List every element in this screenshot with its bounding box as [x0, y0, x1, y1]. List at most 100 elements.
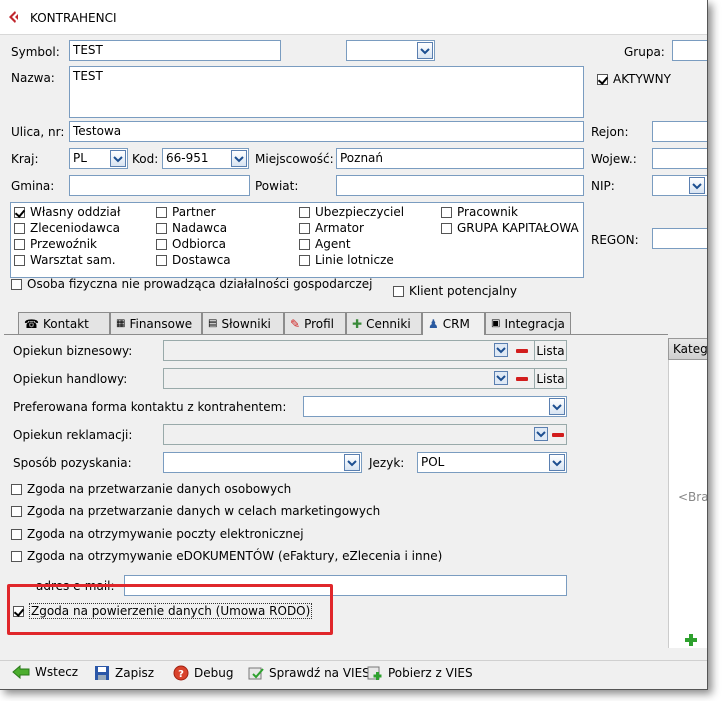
type-checkbox[interactable]: Ubezpieczyciel [299, 205, 404, 219]
clear-icon[interactable] [516, 349, 528, 353]
checkbox-box[interactable] [156, 222, 167, 234]
type-checkbox[interactable]: Linie lotnicze [299, 253, 394, 267]
checkbox-box[interactable] [156, 254, 167, 266]
type-label: Zleceniodawca [30, 221, 120, 235]
opiekun-handlowy-combo[interactable]: Lista [163, 368, 567, 389]
rejon-input[interactable] [652, 121, 707, 142]
zgoda-poczta-checkbox[interactable]: Zgoda na otrzymywanie poczty elektronicz… [11, 527, 304, 541]
type-checkbox[interactable]: Przewoźnik [14, 237, 97, 251]
preferowana-combo[interactable] [303, 396, 567, 417]
nip-combo[interactable] [652, 175, 707, 196]
type-checkbox[interactable]: GRUPA KAPITAŁOWA [441, 221, 579, 235]
checkbox-box[interactable] [299, 238, 310, 250]
debug-button[interactable]: ? Debug [173, 665, 233, 681]
dropdown-icon[interactable] [417, 42, 433, 59]
type-checkbox[interactable]: Zleceniodawca [14, 221, 120, 235]
jezyk-combo[interactable]: POL [417, 452, 567, 473]
checkbox-box[interactable] [14, 222, 25, 234]
checkbox-box[interactable] [14, 238, 25, 250]
type-checkbox[interactable]: Pracownik [441, 205, 518, 219]
opiekun-biznesowy-label: Opiekun biznesowy: [13, 344, 133, 358]
dropdown-icon[interactable] [494, 343, 508, 360]
checkbox-box[interactable] [597, 73, 608, 85]
contractor-types-group: Własny oddział Zleceniodawca Przewoźnik … [10, 202, 584, 278]
dropdown-icon[interactable] [344, 454, 360, 471]
type-checkbox[interactable]: Agent [299, 237, 351, 251]
tab-cenniki[interactable]: ✚ Cenniki [346, 312, 422, 334]
type-label: Nadawca [172, 221, 228, 235]
tab-finansowe[interactable]: ▦ Finansowe [110, 312, 202, 334]
dropdown-icon[interactable] [110, 150, 126, 167]
aktywny-checkbox[interactable]: AKTYWNY [597, 72, 671, 86]
tab-slowniki[interactable]: ▤ Słowniki [202, 312, 284, 334]
zgoda-marketing-checkbox[interactable]: Zgoda na przetwarzanie danych w celach m… [11, 504, 380, 518]
checkbox-box[interactable] [11, 550, 22, 562]
zgoda-dane-osobowe-checkbox[interactable]: Zgoda na przetwarzanie danych osobowych [11, 482, 291, 496]
tab-profil[interactable]: ✎ Profil [284, 312, 346, 334]
dropdown-icon[interactable] [231, 150, 247, 167]
checkbox-box[interactable] [11, 528, 22, 540]
categories-header[interactable]: Kateg [668, 338, 707, 360]
regon-input[interactable] [652, 228, 707, 249]
checkbox-box[interactable] [441, 206, 452, 218]
gmina-input[interactable] [69, 175, 250, 196]
checkbox-box[interactable] [11, 505, 22, 517]
fetch-vies-button[interactable]: Pobierz z VIES [367, 665, 473, 681]
dropdown-icon[interactable] [494, 371, 508, 388]
type-checkbox[interactable]: Partner [156, 205, 216, 219]
checkbox-box[interactable] [11, 483, 22, 495]
aktywny-label: AKTYWNY [613, 72, 671, 86]
type-checkbox[interactable]: Dostawca [156, 253, 231, 267]
tab-integracja[interactable]: ▣ Integracja [485, 312, 571, 334]
klient-potencjalny-checkbox[interactable]: Klient potencjalny [393, 284, 517, 298]
powiat-input[interactable] [336, 175, 584, 196]
checkbox-box[interactable] [14, 254, 25, 266]
osoba-fizyczna-checkbox[interactable]: Osoba fizyczna nie prowadząca działalnoś… [11, 277, 373, 291]
dropdown-icon[interactable] [549, 398, 565, 415]
back-button[interactable]: Wstecz [12, 665, 78, 679]
tab-crm[interactable]: ♟ CRM [422, 312, 485, 335]
check-vies-button[interactable]: Sprawdź na VIES [248, 665, 370, 681]
lista-button[interactable]: Lista [534, 369, 566, 388]
clear-icon[interactable] [516, 377, 528, 381]
miejscowosc-input[interactable]: Poznań [336, 148, 584, 169]
ulica-input[interactable]: Testowa [69, 121, 584, 142]
price-tag-icon: ✚ [352, 316, 363, 331]
dropdown-icon[interactable] [689, 177, 705, 194]
checkbox-box[interactable] [299, 222, 310, 234]
dropdown-icon[interactable] [549, 454, 565, 471]
checkbox-box[interactable] [393, 285, 404, 297]
checkbox-box[interactable] [11, 278, 22, 290]
dropdown-icon[interactable] [534, 427, 548, 444]
tab-kontakt[interactable]: ☎ Kontakt [18, 312, 110, 334]
checkbox-box[interactable] [156, 206, 167, 218]
symbol-combo[interactable] [346, 40, 435, 61]
grupa-input[interactable] [672, 40, 707, 61]
zgoda-edokumenty-checkbox[interactable]: Zgoda na otrzymywanie eDOKUMENTÓW (eFakt… [11, 549, 442, 563]
checkbox-box[interactable] [299, 206, 310, 218]
kod-combo[interactable]: 66-951 [162, 148, 249, 169]
symbol-input[interactable]: TEST [69, 40, 281, 61]
lista-button[interactable]: Lista [534, 341, 566, 360]
checkbox-box[interactable] [441, 222, 452, 234]
type-checkbox[interactable]: Nadawca [156, 221, 227, 235]
type-checkbox[interactable]: Armator [299, 221, 364, 235]
nazwa-input[interactable]: TEST [69, 66, 584, 118]
type-label: Linie lotnicze [315, 253, 394, 267]
type-checkbox[interactable]: Własny oddział [14, 205, 120, 219]
kod-value: 66-951 [166, 151, 209, 165]
checkbox-box[interactable] [14, 206, 25, 218]
sposob-combo[interactable] [163, 452, 362, 473]
clear-icon[interactable] [552, 433, 564, 437]
checkbox-box[interactable] [156, 238, 167, 250]
opiekun-biznesowy-combo[interactable]: Lista [163, 340, 567, 361]
type-checkbox[interactable]: Warsztat sam. [14, 253, 116, 267]
type-checkbox[interactable]: Odbiorca [156, 237, 226, 251]
opiekun-reklamacji-combo[interactable] [163, 424, 567, 445]
checkbox-box[interactable] [299, 254, 310, 266]
gmina-label: Gmina: [11, 179, 55, 193]
kraj-combo[interactable]: PL [69, 148, 128, 169]
add-category-icon[interactable] [684, 633, 698, 647]
save-button[interactable]: Zapisz [94, 665, 154, 681]
wojew-input[interactable] [652, 148, 707, 169]
